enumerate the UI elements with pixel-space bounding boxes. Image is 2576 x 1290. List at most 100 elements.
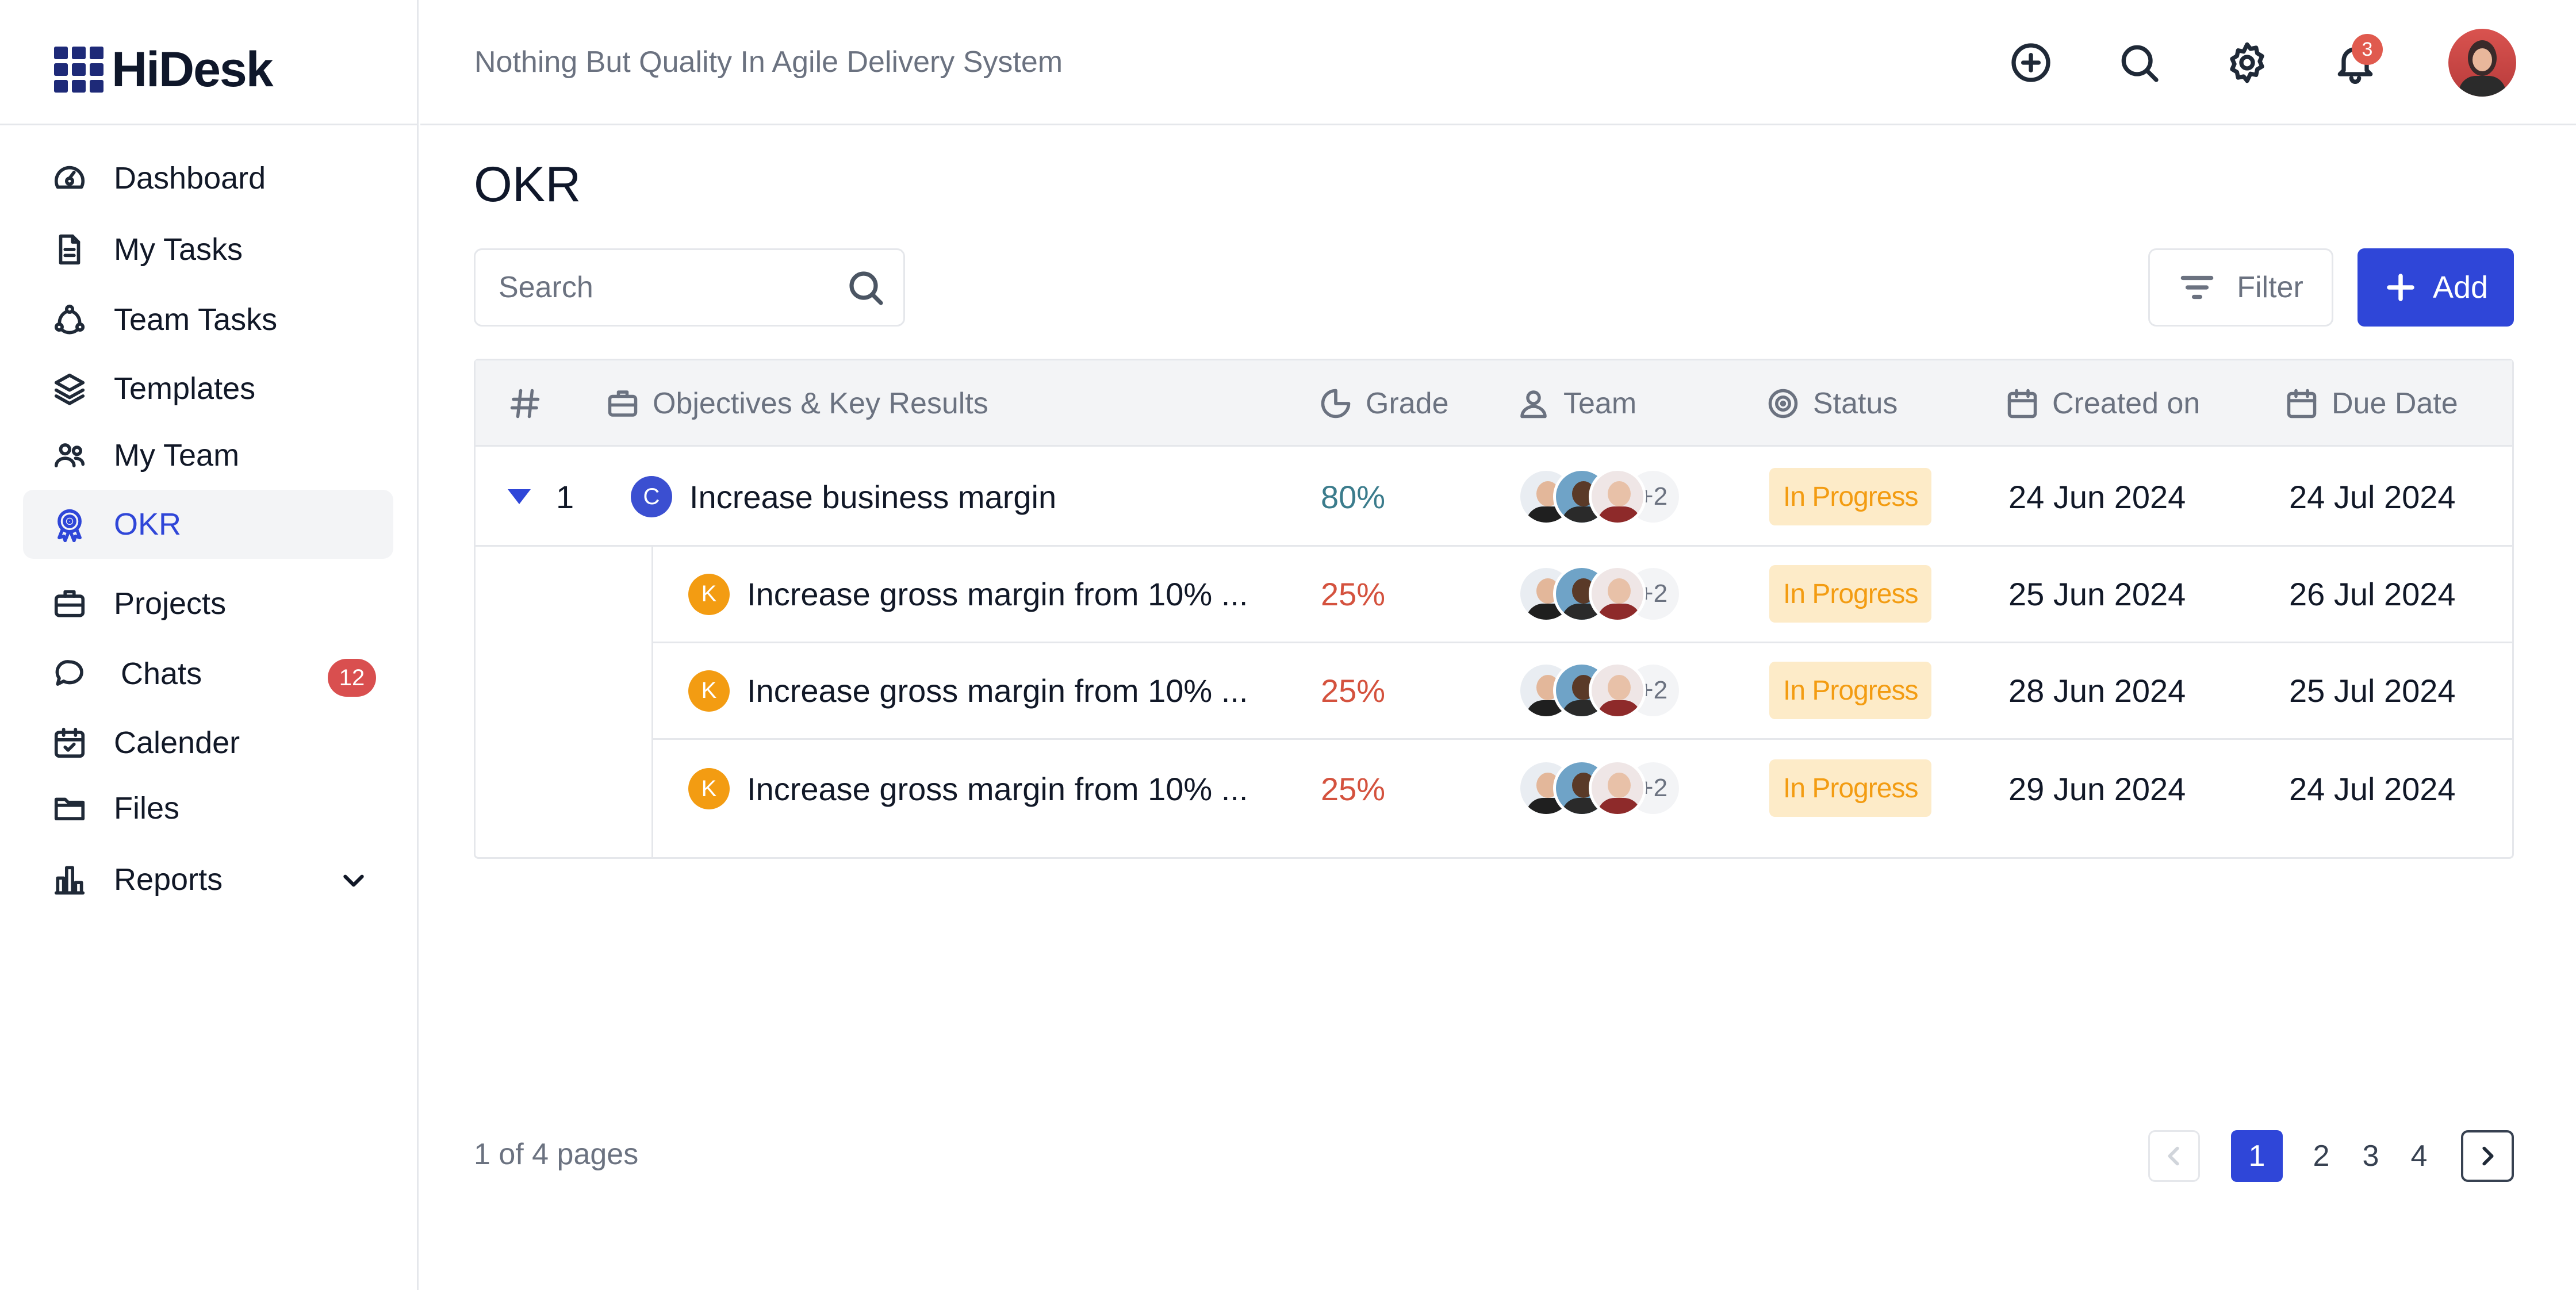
sidebar-item-label: My Team (114, 438, 240, 473)
status-badge: In Progress (1769, 662, 1932, 719)
sidebar-item-label: Dashboard (114, 161, 266, 195)
key-result-title: Increase gross margin from 10% ... (747, 770, 1248, 807)
sidebar-item-okr[interactable]: OKR (23, 490, 393, 559)
key-result-title-cell[interactable]: K Increase gross margin from 10% ... (688, 547, 1248, 642)
status-badge: In Progress (1769, 468, 1932, 525)
expand-toggle[interactable]: 1 (508, 448, 574, 545)
sidebar-item-my-team[interactable]: My Team (23, 421, 393, 490)
users-icon (51, 436, 89, 474)
global-search-button[interactable] (2115, 39, 2163, 87)
logo[interactable]: HiDesk (54, 42, 274, 97)
due-date: 26 Jul 2024 (2289, 576, 2456, 612)
column-label: Status (1813, 387, 1898, 420)
key-result-badge: K (688, 670, 730, 712)
sidebar-nav: Dashboard My Tasks Team Tasks Templates … (23, 144, 393, 930)
sidebar-item-dashboard[interactable]: Dashboard (23, 144, 393, 213)
column-header-team[interactable]: Team (1516, 360, 1636, 447)
search-input[interactable]: Search (474, 248, 905, 327)
team-avatars[interactable]: +2 (1517, 468, 1682, 525)
column-label: Objectives & Key Results (653, 387, 988, 420)
sidebar-item-label: Templates (114, 371, 256, 406)
grade-value: 80% (1321, 478, 1386, 515)
column-header-grade[interactable]: Grade (1318, 360, 1449, 447)
key-result-badge: K (688, 573, 730, 615)
row-number: 1 (556, 478, 574, 515)
previous-page-button[interactable] (2148, 1130, 2200, 1182)
key-result-title: Increase gross margin from 10% ... (747, 673, 1248, 709)
next-page-button[interactable] (2461, 1130, 2514, 1182)
sidebar-item-my-tasks[interactable]: My Tasks (23, 215, 393, 284)
sidebar-item-label: Projects (114, 586, 227, 621)
column-header-status[interactable]: Status (1766, 360, 1897, 447)
calendar-icon (2007, 389, 2037, 419)
column-header-objectives[interactable]: Objectives & Key Results (605, 360, 988, 447)
team-avatars[interactable]: +2 (1517, 565, 1682, 623)
briefcase-icon (51, 585, 89, 623)
key-result-row[interactable]: K Increase gross margin from 10% ... 25%… (476, 643, 2512, 738)
add-button[interactable]: Add (2358, 248, 2514, 327)
user-icon (1520, 390, 1547, 419)
document-icon (51, 231, 89, 268)
column-label: Created on (2052, 387, 2201, 420)
sidebar-item-label: Chats (121, 656, 202, 691)
column-header-due-date[interactable]: Due Date (2284, 360, 2458, 447)
team-avatar (1589, 759, 1646, 817)
sidebar-item-projects[interactable]: Projects (23, 569, 393, 638)
sidebar-item-templates[interactable]: Templates (23, 354, 393, 423)
create-button[interactable] (2007, 39, 2055, 87)
created-date: 29 Jun 2024 (2008, 770, 2186, 807)
sidebar-item-label: Files (114, 791, 180, 826)
bar-chart-icon (51, 861, 89, 899)
objective-row[interactable]: 1 C Increase business margin 80% +2 In P… (476, 448, 2512, 545)
page-button-1[interactable]: 1 (2231, 1130, 2283, 1182)
status-badge: In Progress (1769, 759, 1932, 817)
chevron-down-icon[interactable] (339, 866, 368, 894)
key-result-title-cell[interactable]: K Increase gross margin from 10% ... (688, 740, 1248, 838)
app-window: HiDesk Dashboard My Tasks Team Tasks Tem… (0, 0, 2576, 1290)
page-button-4[interactable]: 4 (2393, 1130, 2445, 1182)
caret-down-icon (508, 489, 531, 504)
sidebar-item-label: My Tasks (114, 232, 243, 267)
team-avatars[interactable]: +2 (1517, 662, 1682, 719)
sidebar-divider (0, 124, 419, 125)
search-icon (845, 267, 886, 308)
key-result-row[interactable]: K Increase gross margin from 10% ... 25%… (476, 740, 2512, 838)
sidebar-item-team-tasks[interactable]: Team Tasks (23, 285, 393, 354)
sidebar-item-files[interactable]: Files (23, 774, 393, 843)
sidebar-item-calender[interactable]: Calender (23, 708, 393, 777)
folder-icon (51, 789, 89, 827)
sidebar-item-reports[interactable]: Reports (23, 845, 393, 914)
briefcase-icon (608, 390, 638, 417)
column-header-number: # (508, 360, 555, 447)
add-label: Add (2432, 270, 2489, 305)
search-icon (2121, 45, 2159, 82)
okr-table: # Objectives & Key Results Grade Team St… (474, 359, 2514, 859)
sidebar-item-label: Team Tasks (114, 302, 278, 337)
grade-value: 25% (1321, 770, 1386, 807)
chevron-left-icon (2168, 1146, 2179, 1166)
team-avatar (1589, 565, 1646, 623)
sidebar-item-chats[interactable]: Chats 12 (23, 639, 393, 708)
filter-icon (2180, 275, 2214, 300)
page-button-3[interactable]: 3 (2345, 1130, 2397, 1182)
calendar-icon (2287, 389, 2317, 419)
user-avatar[interactable] (2448, 29, 2516, 97)
objective-title-cell[interactable]: C Increase business margin (631, 448, 1056, 545)
column-header-created-on[interactable]: Created on (2005, 360, 2200, 447)
column-label: Due Date (2332, 387, 2458, 420)
settings-button[interactable] (2223, 39, 2271, 87)
key-result-row[interactable]: K Increase gross margin from 10% ... 25%… (476, 547, 2512, 642)
sidebar: HiDesk Dashboard My Tasks Team Tasks Tem… (0, 0, 419, 1290)
layers-icon (51, 370, 89, 408)
key-result-title-cell[interactable]: K Increase gross margin from 10% ... (688, 643, 1248, 738)
page-button-2[interactable]: 2 (2295, 1130, 2347, 1182)
notifications-button[interactable]: 3 (2331, 34, 2383, 87)
search-placeholder: Search (499, 271, 593, 304)
sidebar-item-label: OKR (114, 507, 182, 542)
app-name: HiDesk (112, 41, 274, 97)
chats-unread-badge: 12 (328, 659, 376, 697)
filter-button[interactable]: Filter (2148, 248, 2333, 327)
team-avatars[interactable]: +2 (1517, 759, 1682, 817)
sidebar-item-label: Calender (114, 725, 240, 760)
team-avatar (1589, 662, 1646, 719)
